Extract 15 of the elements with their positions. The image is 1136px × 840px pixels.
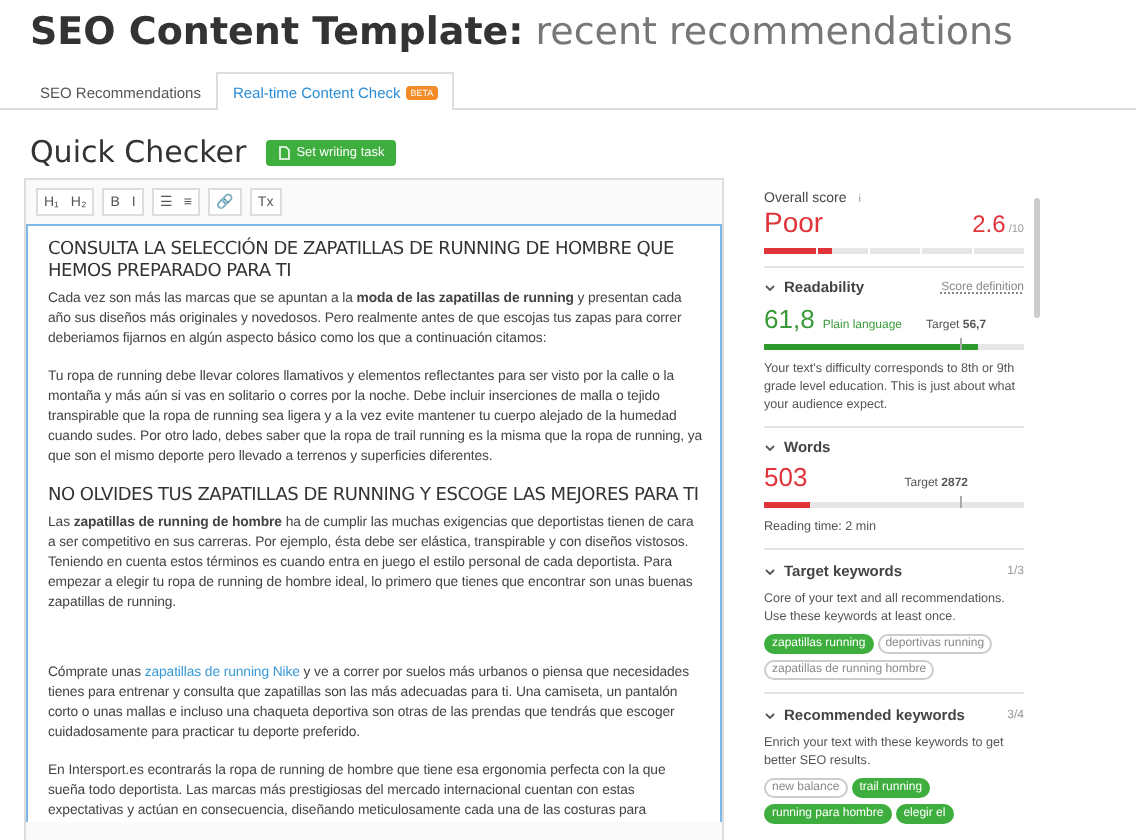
heading: NO OLVIDES TUS ZAPATILLAS DE RUNNING Y ESCOGE LAS MEJORES PARA TI <box>48 486 701 508</box>
section-title: Quick Checker <box>30 134 247 170</box>
chevron-icon[interactable] <box>764 711 776 719</box>
page-title: SEO Content Template: <box>30 10 524 54</box>
scrollbar[interactable] <box>1034 198 1040 318</box>
heading: CONSULTA LA SELECCIÓN DE ZAPATILLAS DE RUNNING DE HOMBRE QUE HEMOS PREPARADO PARA TI <box>48 240 676 284</box>
page-subtitle: recent recommendations <box>535 10 1013 54</box>
score-rating: Poor <box>764 206 824 238</box>
score-value: 2.6 <box>972 210 1006 238</box>
chevron-icon[interactable] <box>764 283 776 291</box>
readability-score: 61,8 <box>764 304 815 334</box>
word-count: 503 <box>764 462 808 492</box>
chevron-icon[interactable] <box>764 567 776 575</box>
document-icon <box>278 145 291 159</box>
chevron-icon[interactable] <box>764 443 776 451</box>
